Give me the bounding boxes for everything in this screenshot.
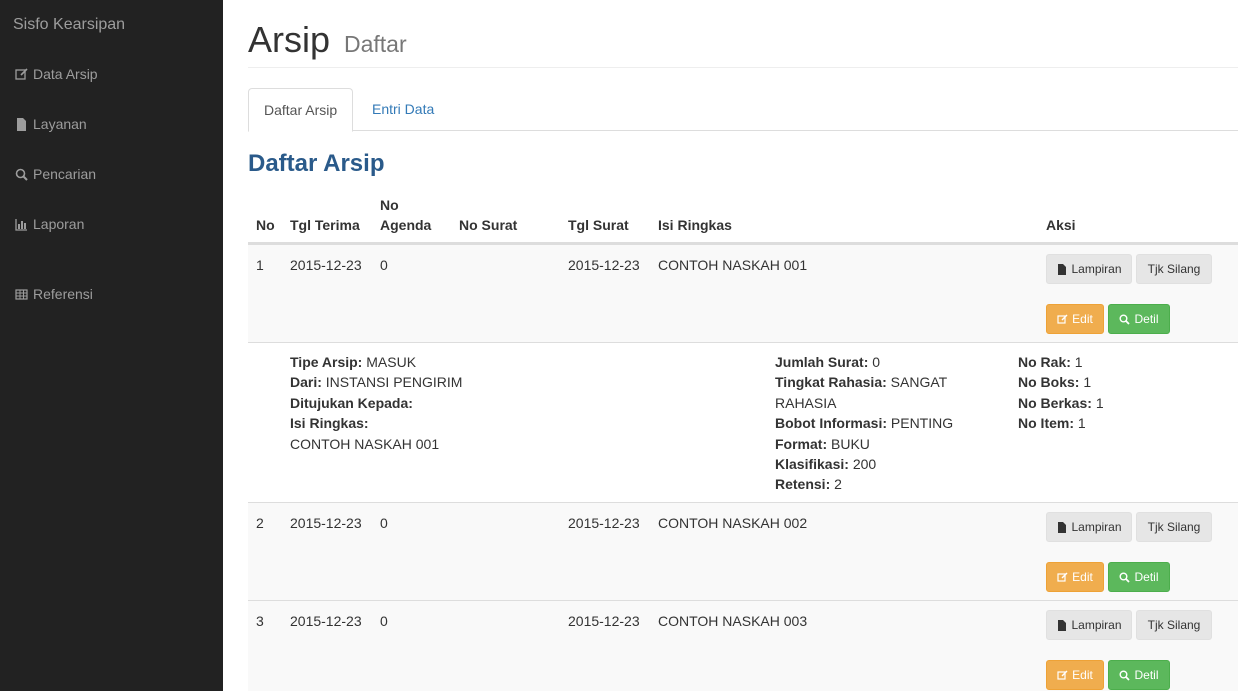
cell-no-agenda: 0 — [380, 613, 388, 629]
th-no-agenda-line1: No — [380, 197, 399, 213]
file-icon — [1058, 619, 1067, 631]
sidebar-item-pencarian[interactable]: Pencarian — [15, 166, 96, 182]
chart-icon — [15, 218, 27, 231]
sidebar-item-label: Referensi — [33, 286, 93, 302]
th-tgl-surat: Tgl Surat — [568, 217, 629, 233]
search-icon — [1119, 314, 1131, 325]
sidebar-item-label: Laporan — [33, 216, 85, 232]
main-content: Arsip Daftar Daftar Arsip Entri Data Daf… — [248, 0, 1238, 691]
cell-tgl-surat: 2015-12-23 — [568, 257, 640, 273]
edit-icon — [1057, 670, 1068, 680]
table-icon — [15, 288, 28, 300]
tjk-silang-button[interactable]: Tjk Silang — [1136, 512, 1212, 542]
file-icon — [17, 117, 26, 131]
detail-col-1: Tipe Arsip: MASUK Dari: INSTANSI PENGIRI… — [290, 354, 463, 452]
cell-no-agenda: 0 — [380, 257, 388, 273]
search-icon — [1119, 670, 1131, 681]
cell-tgl-surat: 2015-12-23 — [568, 515, 640, 531]
detil-button[interactable]: Detil — [1108, 304, 1170, 334]
section-title: Daftar Arsip — [248, 150, 385, 177]
detil-button[interactable]: Detil — [1108, 562, 1170, 592]
tab-entri-data[interactable]: Entri Data — [357, 88, 449, 131]
file-icon — [1058, 521, 1067, 533]
edit-button[interactable]: Edit — [1046, 660, 1104, 690]
cell-tgl-terima: 2015-12-23 — [290, 613, 362, 629]
cell-isi-ringkas: CONTOH NASKAH 002 — [658, 515, 808, 531]
th-no-surat: No Surat — [459, 217, 518, 233]
lampiran-button[interactable]: Lampiran — [1046, 254, 1132, 284]
sidebar: Sisfo Kearsipan Data Arsip Layanan Penca… — [0, 0, 223, 691]
tab-daftar-arsip[interactable]: Daftar Arsip — [248, 88, 354, 132]
edit-icon — [15, 67, 28, 80]
sidebar-item-label: Data Arsip — [33, 66, 98, 82]
search-icon — [15, 168, 28, 181]
sidebar-item-layanan[interactable]: Layanan — [15, 116, 87, 132]
detail-row: Tipe Arsip: MASUK Dari: INSTANSI PENGIRI… — [248, 342, 1238, 502]
cell-no: 1 — [256, 257, 264, 273]
edit-icon — [1057, 572, 1068, 582]
th-tgl-terima: Tgl Terima — [290, 217, 360, 233]
detail-col-2: Jumlah Surat: 0 Tingkat Rahasia: SANGAT … — [775, 354, 954, 493]
sidebar-item-referensi[interactable]: Referensi — [15, 286, 93, 302]
edit-button[interactable]: Edit — [1046, 304, 1104, 334]
cell-isi-ringkas: CONTOH NASKAH 001 — [658, 257, 808, 273]
detail-col-3: No Rak: 1 No Boks: 1 No Berkas: 1 No Ite… — [1018, 354, 1104, 432]
detil-button[interactable]: Detil — [1108, 660, 1170, 690]
th-aksi: Aksi — [1046, 217, 1076, 233]
cell-isi-ringkas: CONTOH NASKAH 003 — [658, 613, 808, 629]
table-row: 1 2015-12-23 0 2015-12-23 CONTOH NASKAH … — [248, 244, 1238, 342]
cell-no-agenda: 0 — [380, 515, 388, 531]
lampiran-button[interactable]: Lampiran — [1046, 512, 1132, 542]
th-no: No — [256, 217, 275, 233]
edit-button[interactable]: Edit — [1046, 562, 1104, 592]
th-no-agenda-line2: Agenda — [380, 217, 432, 233]
tabs: Daftar Arsip Entri Data — [248, 88, 1238, 132]
table-row: 3 2015-12-23 0 2015-12-23 CONTOH NASKAH … — [248, 600, 1238, 691]
cell-tgl-terima: 2015-12-23 — [290, 515, 362, 531]
sidebar-item-label: Pencarian — [33, 166, 97, 182]
cell-no: 3 — [256, 613, 264, 629]
cell-tgl-surat: 2015-12-23 — [568, 613, 640, 629]
search-icon — [1119, 572, 1131, 583]
table-row: 2 2015-12-23 0 2015-12-23 CONTOH NASKAH … — [248, 502, 1238, 600]
edit-icon — [1057, 314, 1068, 324]
sidebar-item-label: Layanan — [33, 116, 87, 132]
cell-no: 2 — [256, 515, 264, 531]
tjk-silang-button[interactable]: Tjk Silang — [1136, 610, 1212, 640]
page-title: Arsip — [248, 19, 331, 60]
sidebar-item-data-arsip[interactable]: Data Arsip — [15, 66, 98, 82]
page-subtitle: Daftar — [344, 31, 407, 57]
brand-title[interactable]: Sisfo Kearsipan — [13, 16, 125, 34]
page-header: Arsip Daftar — [248, 20, 1238, 68]
tjk-silang-button[interactable]: Tjk Silang — [1136, 254, 1212, 284]
th-isi-ringkas: Isi Ringkas — [658, 217, 732, 233]
cell-tgl-terima: 2015-12-23 — [290, 257, 362, 273]
file-icon — [1058, 263, 1067, 275]
lampiran-button[interactable]: Lampiran — [1046, 610, 1132, 640]
sidebar-item-laporan[interactable]: Laporan — [15, 216, 84, 232]
